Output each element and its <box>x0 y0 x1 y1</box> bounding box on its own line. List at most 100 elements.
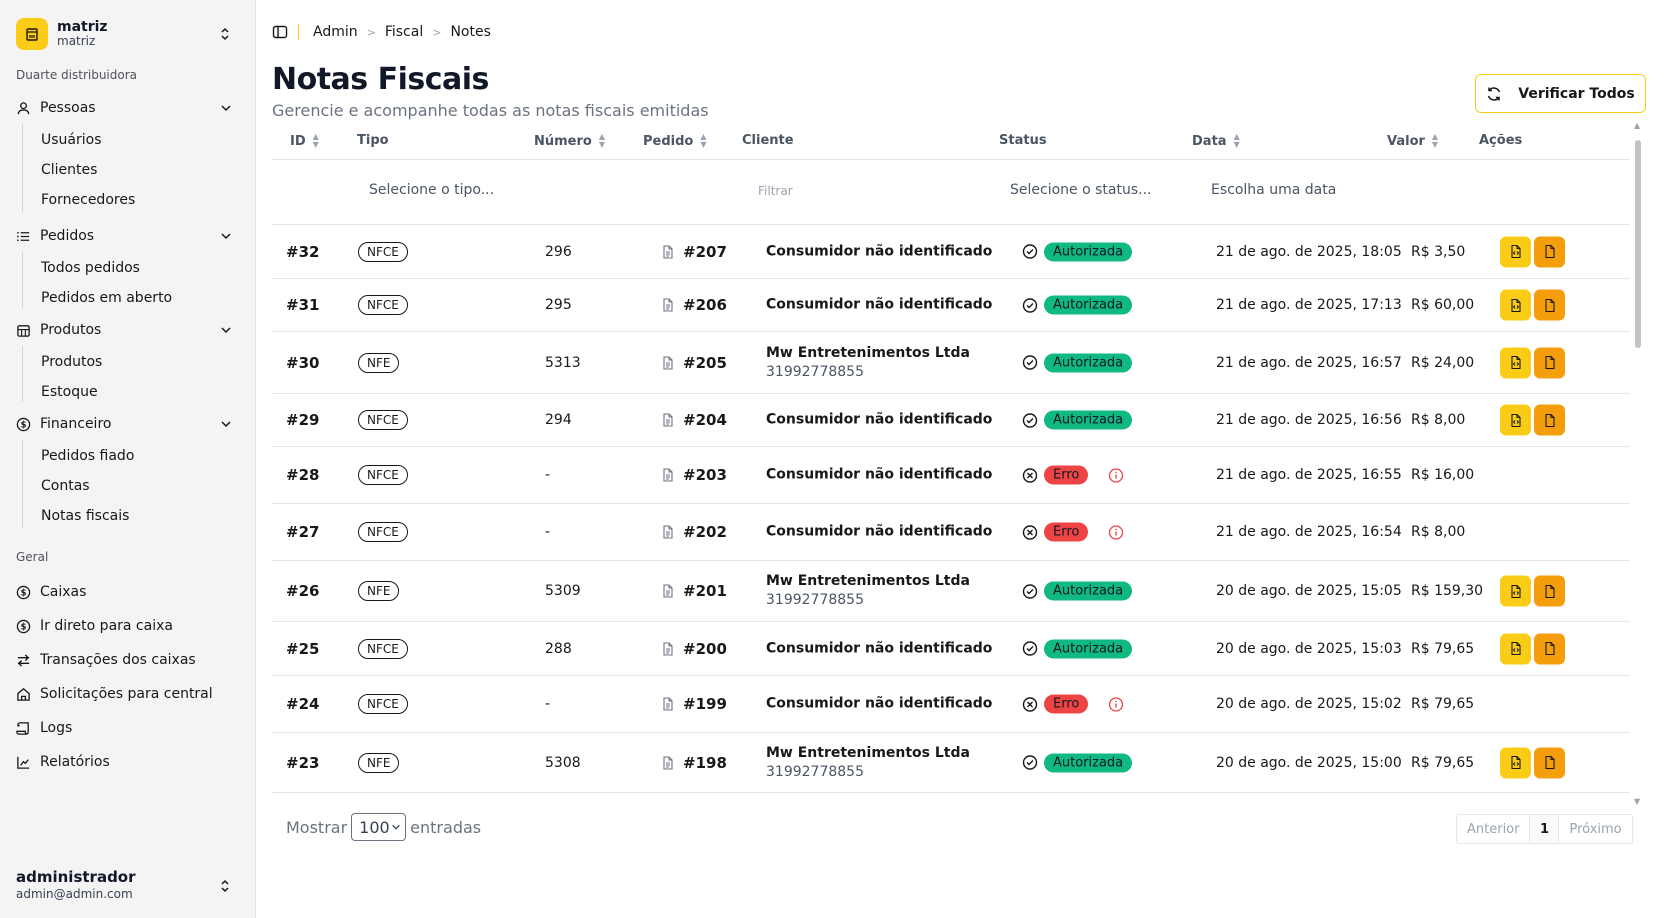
breadcrumb-fiscal[interactable]: Fiscal <box>385 24 423 40</box>
nav-caixas[interactable]: $ Caixas <box>16 578 240 606</box>
download-xml-button[interactable] <box>1500 289 1531 321</box>
nav-relatorios[interactable]: Relatórios <box>16 748 240 776</box>
file-code-icon <box>1510 244 1521 259</box>
cliente-name: Mw Entretenimentos Ltda <box>766 744 970 761</box>
pedido-link[interactable]: #199 <box>683 695 727 713</box>
cell-acoes <box>1500 404 1568 436</box>
pedido-link[interactable]: #202 <box>683 523 727 541</box>
user-menu[interactable]: administrador admin@admin.com <box>16 868 240 906</box>
filter-status-select[interactable]: Selecione o status... <box>1010 182 1151 198</box>
pedido-link[interactable]: #198 <box>683 754 727 772</box>
current-page-button[interactable]: 1 <box>1529 815 1560 843</box>
cell-pedido[interactable]: #203 <box>661 466 727 484</box>
chevron-down-icon <box>221 105 231 112</box>
prev-page-button[interactable]: Anterior <box>1457 815 1529 843</box>
nav-logs[interactable]: Logs <box>16 714 240 742</box>
nav-solicitacoes-label: Solicitações para central <box>40 686 213 702</box>
cell-pedido[interactable]: #202 <box>661 523 727 541</box>
sidebar-item-todos-pedidos[interactable]: Todos pedidos <box>41 255 140 281</box>
scroll-up-icon[interactable]: ▲ <box>1634 121 1640 130</box>
info-icon[interactable] <box>1108 696 1124 712</box>
col-valor[interactable]: Valor ▲ ▼ <box>1387 133 1438 149</box>
pedido-link[interactable]: #200 <box>683 640 727 658</box>
cell-data: 21 de ago. de 2025, 16:57 <box>1216 354 1402 371</box>
download-xml-button[interactable] <box>1500 575 1531 607</box>
col-pedido-label: Pedido <box>643 133 694 149</box>
nav-financeiro[interactable]: $ Financeiro <box>16 410 240 438</box>
submenu-line <box>22 346 23 402</box>
cell-pedido[interactable]: #200 <box>661 640 727 658</box>
breadcrumb-admin[interactable]: Admin <box>313 24 358 40</box>
download-xml-button[interactable] <box>1500 633 1531 664</box>
table-row: #24 NFCE - #199 Consumidor não identificado E… <box>272 676 1630 733</box>
sidebar-item-clientes[interactable]: Clientes <box>41 157 97 183</box>
pedido-link[interactable]: #203 <box>683 466 727 484</box>
cell-numero: 288 <box>545 640 572 657</box>
notes-table: ID ▲ ▼ Tipo Número ▲ ▼ Pedido ▲ ▼ Cliente Stat… <box>272 124 1630 802</box>
nav-pessoas[interactable]: Pessoas <box>16 94 240 122</box>
pedido-link[interactable]: #201 <box>683 582 727 600</box>
sidebar-item-estoque[interactable]: Estoque <box>41 379 98 405</box>
sidebar-item-pedidos-em-aberto[interactable]: Pedidos em aberto <box>41 285 172 311</box>
download-pdf-button[interactable] <box>1534 404 1565 436</box>
page-size-select[interactable]: 100 <box>351 813 407 841</box>
cell-pedido[interactable]: #206 <box>661 296 727 314</box>
svg-text:$: $ <box>21 587 27 597</box>
status-badge: Erro <box>1044 522 1089 542</box>
download-xml-button[interactable] <box>1500 236 1531 267</box>
nav-produtos[interactable]: Produtos <box>16 316 240 344</box>
scroll-down-icon[interactable]: ▼ <box>1634 797 1640 806</box>
nav-solicitacoes[interactable]: Solicitações para central <box>16 680 240 708</box>
cell-pedido[interactable]: #207 <box>661 243 727 261</box>
nav-transacoes[interactable]: Transações dos caixas <box>16 646 240 674</box>
download-pdf-button[interactable] <box>1534 575 1565 607</box>
download-pdf-button[interactable] <box>1534 289 1565 321</box>
pedido-link[interactable]: #207 <box>683 243 727 261</box>
next-page-button[interactable]: Próximo <box>1559 815 1631 843</box>
sidebar-item-usuarios[interactable]: Usuários <box>41 127 102 153</box>
cell-cliente: Consumidor não identificado <box>766 466 992 485</box>
pedido-link[interactable]: #205 <box>683 354 727 372</box>
download-xml-button[interactable] <box>1500 747 1531 778</box>
document-icon <box>663 298 673 312</box>
sidebar-item-pedidos-fiado[interactable]: Pedidos fiado <box>41 443 134 469</box>
scrollbar-thumb[interactable] <box>1635 140 1641 348</box>
cell-pedido[interactable]: #205 <box>661 354 727 372</box>
sidebar-item-contas[interactable]: Contas <box>41 473 90 499</box>
org-switcher[interactable]: matriz matriz <box>16 16 240 52</box>
download-xml-button[interactable] <box>1500 404 1531 436</box>
cell-pedido[interactable]: #201 <box>661 582 727 600</box>
sidebar-item-notas-fiscais[interactable]: Notas fiscais <box>41 503 129 529</box>
sidebar-item-produtos[interactable]: Produtos <box>41 349 102 375</box>
info-icon[interactable] <box>1108 524 1124 540</box>
sidebar-toggle-icon[interactable] <box>272 24 288 40</box>
nav-ir-direto-caixa[interactable]: $ Ir direto para caixa <box>16 612 240 640</box>
col-pedido[interactable]: Pedido ▲ ▼ <box>643 133 707 149</box>
nav-ir-direto-caixa-label: Ir direto para caixa <box>40 618 173 634</box>
pedido-link[interactable]: #204 <box>683 411 727 429</box>
download-pdf-button[interactable] <box>1534 347 1565 378</box>
download-xml-button[interactable] <box>1500 347 1531 378</box>
verify-all-button[interactable]: Verificar Todos <box>1475 74 1646 113</box>
cell-tipo: NFCE <box>358 694 408 714</box>
col-data[interactable]: Data ▲ ▼ <box>1192 133 1240 149</box>
filter-tipo-select[interactable]: Selecione o tipo... <box>369 182 494 198</box>
filter-data-picker[interactable]: Escolha uma data <box>1211 182 1336 198</box>
breadcrumb-notes: Notes <box>450 24 491 40</box>
col-numero[interactable]: Número ▲ ▼ <box>534 133 605 149</box>
cell-pedido[interactable]: #199 <box>661 695 727 713</box>
download-pdf-button[interactable] <box>1534 747 1565 778</box>
cell-pedido[interactable]: #198 <box>661 754 727 772</box>
sidebar-item-fornecedores[interactable]: Fornecedores <box>41 187 135 213</box>
check-circle-icon <box>1022 355 1038 370</box>
page-size-value: 100 <box>359 817 390 837</box>
cell-pedido[interactable]: #204 <box>661 411 727 429</box>
col-id[interactable]: ID ▲ ▼ <box>290 133 319 149</box>
info-icon[interactable] <box>1108 467 1124 483</box>
download-pdf-button[interactable] <box>1534 633 1565 664</box>
pedido-link[interactable]: #206 <box>683 296 727 314</box>
download-pdf-button[interactable] <box>1534 236 1565 267</box>
cell-id: #26 <box>286 582 320 600</box>
filter-cliente-input[interactable]: Filtrar <box>758 184 793 198</box>
nav-pedidos[interactable]: Pedidos <box>16 222 240 250</box>
